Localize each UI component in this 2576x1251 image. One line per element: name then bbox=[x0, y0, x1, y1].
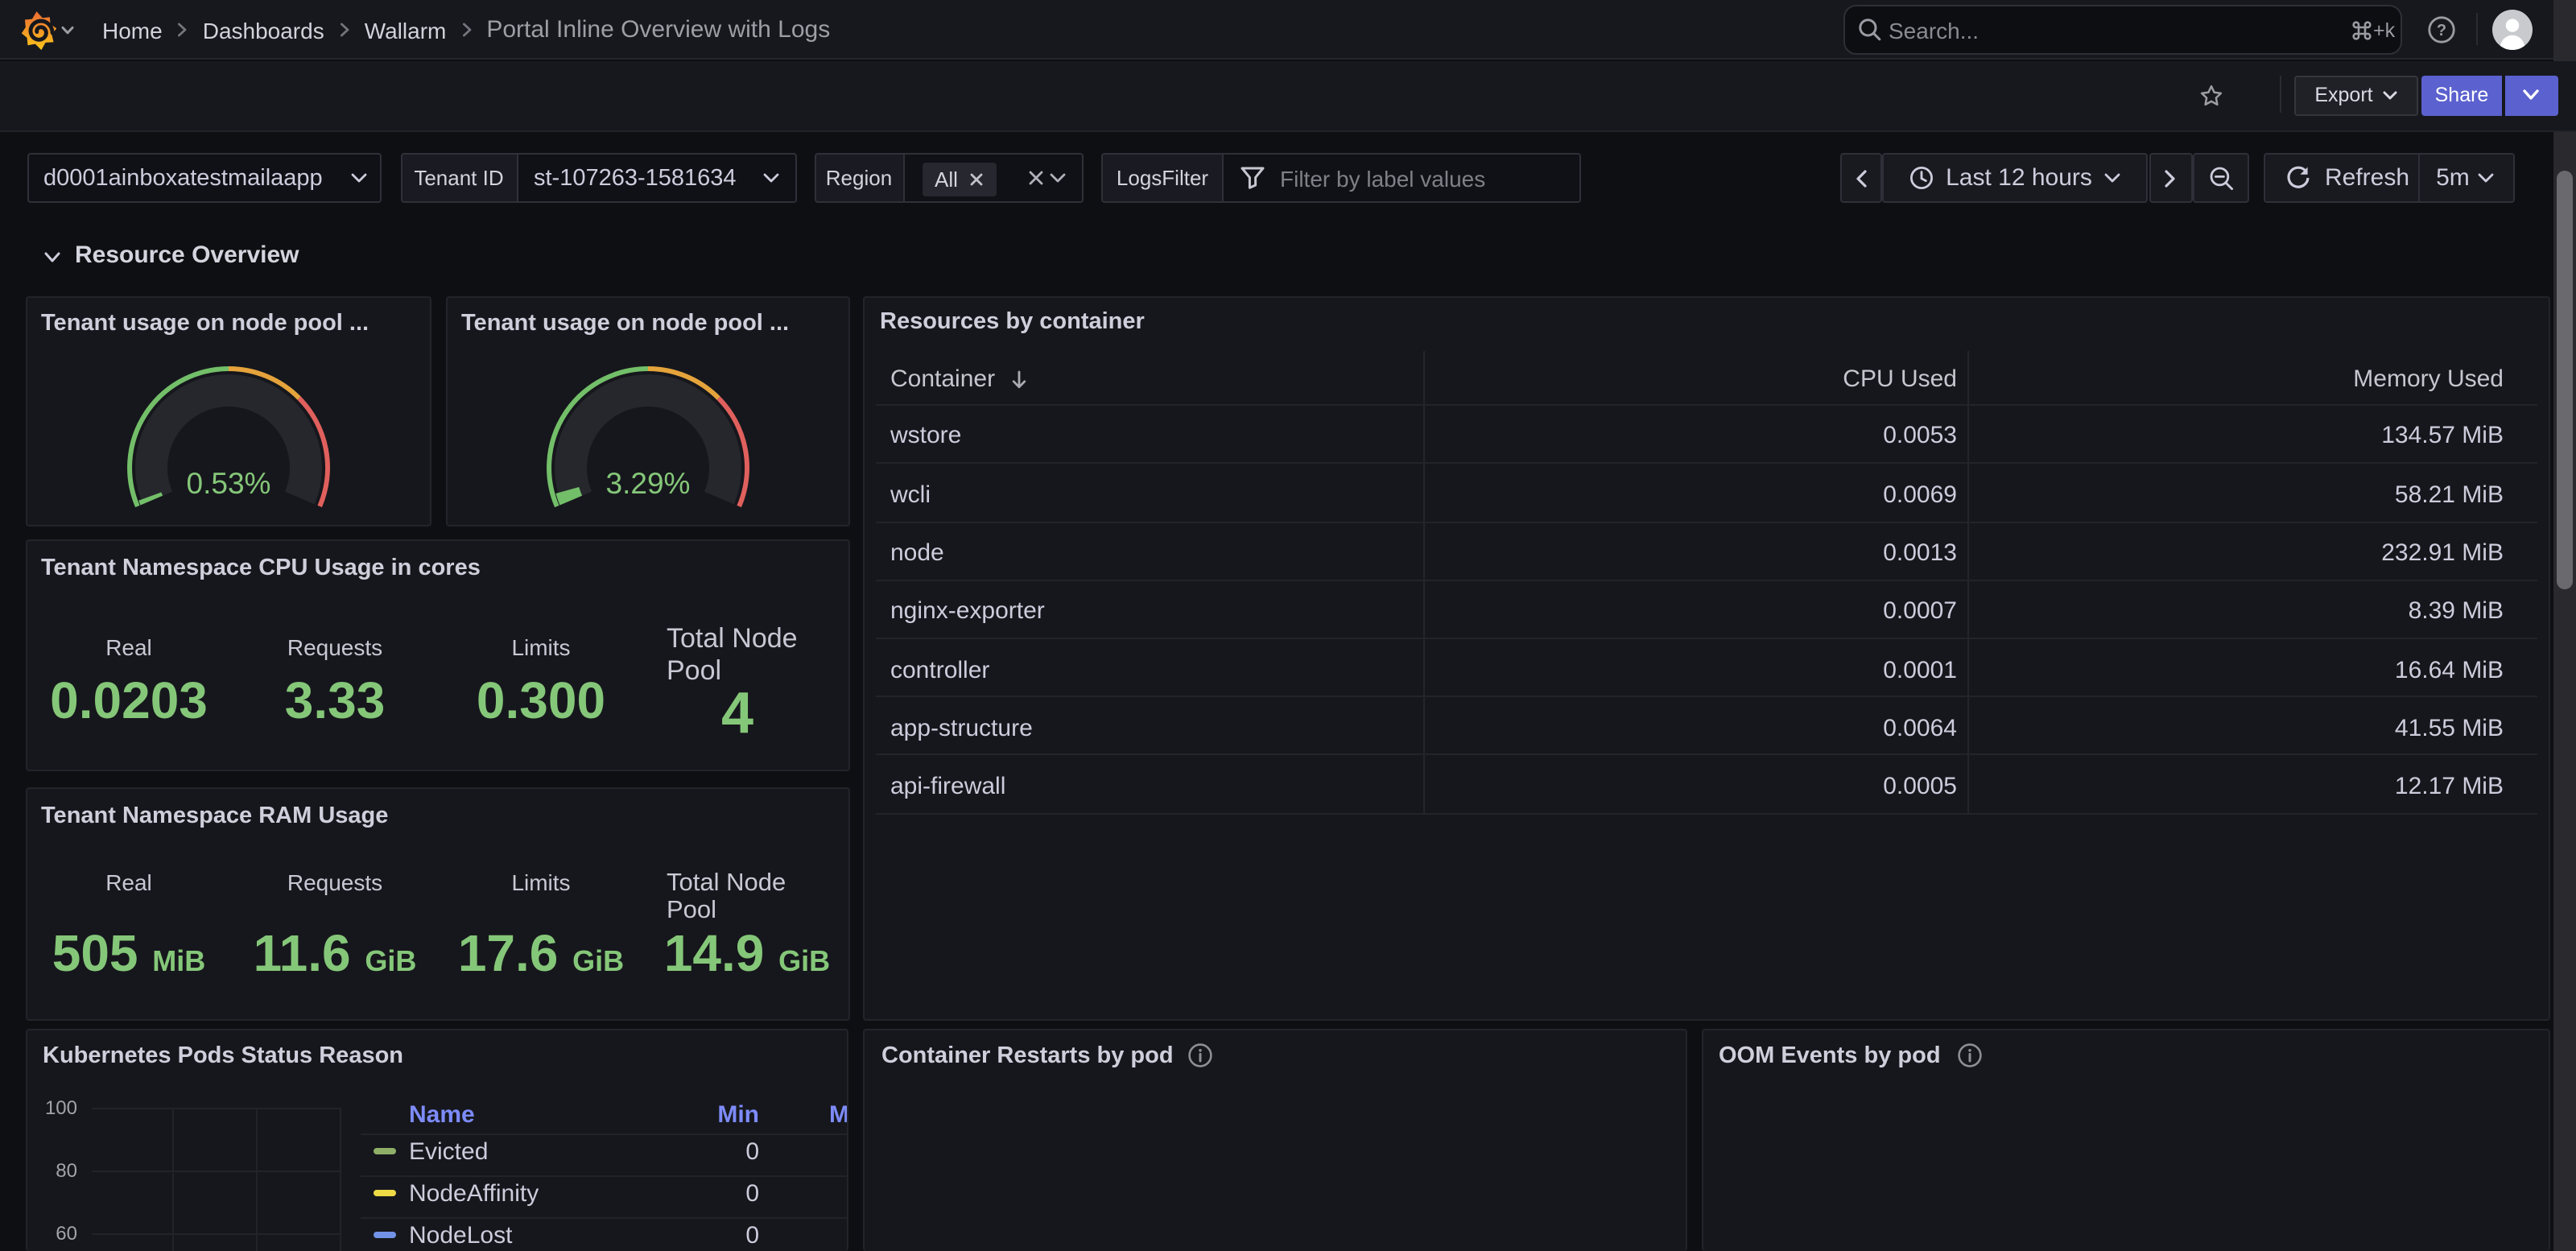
svg-text:0.53%: 0.53% bbox=[187, 466, 271, 499]
svg-text:3.29%: 3.29% bbox=[606, 466, 691, 499]
svg-text:?: ? bbox=[2437, 22, 2446, 39]
